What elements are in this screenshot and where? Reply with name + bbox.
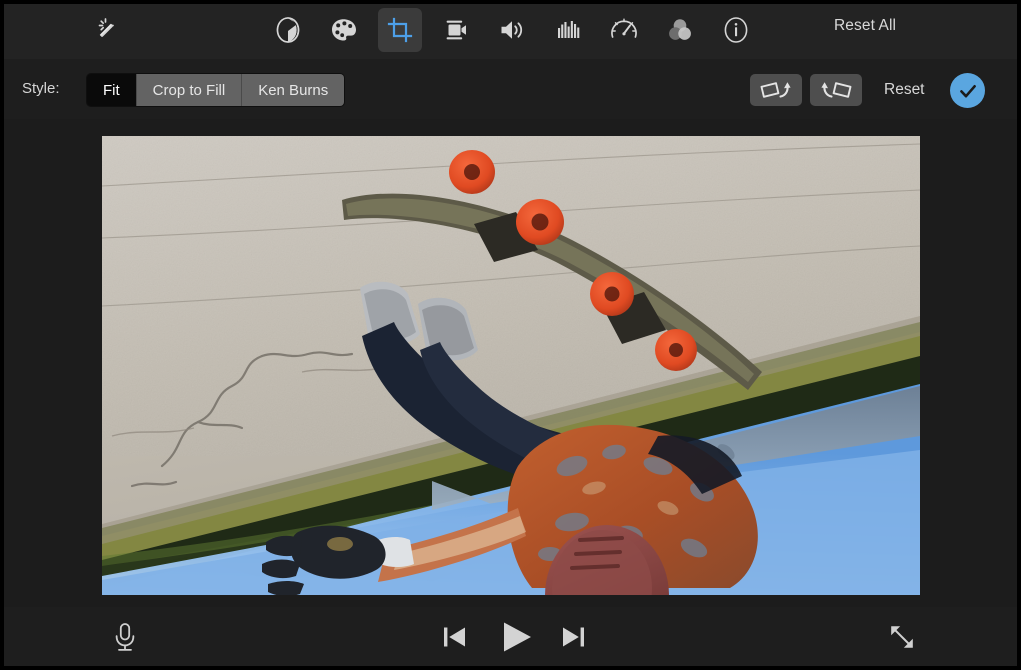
- crop-icon: [385, 15, 415, 45]
- voiceover-button[interactable]: [104, 617, 146, 657]
- style-row: Style: Fit Crop to Fill Ken Burns: [4, 59, 1017, 119]
- adjustments-toolbar: Reset All: [4, 4, 1017, 60]
- info-button[interactable]: [714, 8, 758, 52]
- auto-enhance-icon: [96, 15, 126, 45]
- imovie-window: Reset All Style: Fit Crop to Fill Ken Bu…: [0, 0, 1021, 670]
- crop-button[interactable]: [378, 8, 422, 52]
- play-button[interactable]: [494, 615, 540, 659]
- skip-to-end-icon: [558, 623, 588, 651]
- style-segment-ken-burns[interactable]: Ken Burns: [242, 74, 344, 106]
- fullscreen-button[interactable]: [881, 617, 923, 657]
- auto-enhance-button[interactable]: [89, 8, 133, 52]
- style-segment-fit[interactable]: Fit: [87, 74, 137, 106]
- reset-all-button[interactable]: Reset All: [834, 17, 896, 35]
- rotate-clockwise-button[interactable]: [750, 74, 802, 106]
- rotate-counterclockwise-icon: [819, 79, 853, 101]
- microphone-icon: [110, 621, 140, 653]
- volume-button[interactable]: [490, 8, 534, 52]
- clip-filter-button[interactable]: [658, 8, 702, 52]
- video-preview[interactable]: [102, 136, 920, 595]
- stabilization-icon: [441, 15, 471, 45]
- volume-icon: [497, 15, 527, 45]
- reset-button[interactable]: Reset: [884, 81, 925, 99]
- style-segment-crop-to-fill[interactable]: Crop to Fill: [137, 74, 243, 106]
- window-content: Reset All Style: Fit Crop to Fill Ken Bu…: [4, 4, 1017, 666]
- fullscreen-icon: [887, 622, 917, 652]
- playback-bar: [4, 607, 1017, 666]
- noise-reduction-button[interactable]: [546, 8, 590, 52]
- style-segmented-control[interactable]: Fit Crop to Fill Ken Burns: [87, 74, 344, 106]
- checkmark-icon: [957, 80, 979, 102]
- video-frame-image: [102, 136, 920, 595]
- color-balance-icon: [273, 15, 303, 45]
- speed-button[interactable]: [602, 8, 646, 52]
- play-icon: [498, 620, 536, 654]
- info-icon: [721, 15, 751, 45]
- skip-to-start-icon: [440, 623, 470, 651]
- equalizer-icon: [553, 15, 583, 45]
- viewer-area: [4, 119, 1017, 607]
- skip-to-start-button[interactable]: [436, 618, 474, 656]
- color-correction-icon: [329, 15, 359, 45]
- skip-to-end-button[interactable]: [554, 618, 592, 656]
- rotate-clockwise-icon: [759, 79, 793, 101]
- rotate-counterclockwise-button[interactable]: [810, 74, 862, 106]
- style-label: Style:: [22, 80, 60, 97]
- speedometer-icon: [609, 15, 639, 45]
- color-correction-button[interactable]: [322, 8, 366, 52]
- stabilization-button[interactable]: [434, 8, 478, 52]
- apply-button[interactable]: [950, 73, 985, 108]
- filter-circles-icon: [665, 15, 695, 45]
- color-balance-button[interactable]: [266, 8, 310, 52]
